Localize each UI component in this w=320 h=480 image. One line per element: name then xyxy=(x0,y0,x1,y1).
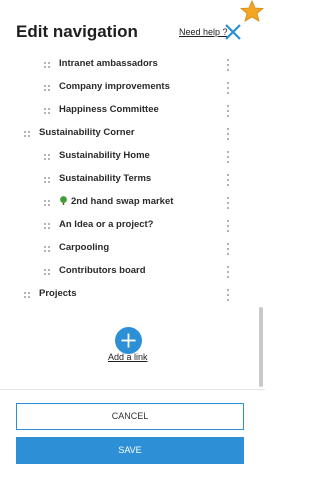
nav-item-text: 2nd hand swap market xyxy=(71,196,174,207)
nav-item-text: Projects xyxy=(39,288,77,299)
add-link-button[interactable] xyxy=(115,327,142,354)
tree-icon xyxy=(60,196,67,205)
drag-handle-icon[interactable] xyxy=(44,246,51,253)
more-options-icon[interactable] xyxy=(225,289,231,301)
drag-handle-icon[interactable] xyxy=(44,223,51,230)
more-options-icon[interactable] xyxy=(225,128,231,140)
nav-item-text: Carpooling xyxy=(59,242,110,253)
nav-item-label: Sustainability Home xyxy=(59,150,150,161)
drag-handle-icon[interactable] xyxy=(44,177,51,184)
nav-item[interactable]: 2nd hand swap market xyxy=(0,193,250,213)
nav-item-text: Happiness Committee xyxy=(59,104,159,115)
drag-handle-icon[interactable] xyxy=(44,108,51,115)
nav-item[interactable]: Projects xyxy=(0,285,250,305)
nav-item[interactable]: Sustainability Corner xyxy=(0,124,250,144)
nav-item[interactable]: Company improvements xyxy=(0,78,250,98)
star-icon xyxy=(240,0,264,22)
nav-item[interactable]: Sustainability Terms xyxy=(0,170,250,190)
more-options-icon[interactable] xyxy=(225,151,231,163)
more-options-icon[interactable] xyxy=(225,82,231,94)
drag-handle-icon[interactable] xyxy=(44,154,51,161)
nav-item-text: An Idea or a project? xyxy=(59,219,154,230)
nav-item-text: Intranet ambassadors xyxy=(59,58,158,69)
drag-handle-icon[interactable] xyxy=(24,292,31,299)
nav-item[interactable]: Contributors board xyxy=(0,262,250,282)
close-button[interactable] xyxy=(223,22,243,42)
drag-handle-icon[interactable] xyxy=(44,85,51,92)
nav-item-label: Sustainability Corner xyxy=(39,127,135,138)
more-options-icon[interactable] xyxy=(225,243,231,255)
more-options-icon[interactable] xyxy=(225,197,231,209)
save-button[interactable]: SAVE xyxy=(16,437,244,464)
nav-item-label: Happiness Committee xyxy=(59,104,159,115)
more-options-icon[interactable] xyxy=(225,220,231,232)
nav-item-label: Carpooling xyxy=(59,242,109,253)
cancel-button[interactable]: CANCEL xyxy=(16,403,244,430)
need-help-link[interactable]: Need help ? xyxy=(179,27,228,37)
nav-item[interactable]: Sustainability Home xyxy=(0,147,250,167)
nav-item[interactable]: Happiness Committee xyxy=(0,101,250,121)
nav-item-text: Sustainability Corner xyxy=(39,127,135,138)
nav-item[interactable]: An Idea or a project? xyxy=(0,216,250,236)
nav-item-label: Projects xyxy=(39,288,77,299)
nav-item-text: Sustainability Home xyxy=(59,150,150,161)
nav-item-text: Company improvements xyxy=(59,81,170,92)
drag-handle-icon[interactable] xyxy=(44,200,51,207)
nav-item-text: Sustainability Terms xyxy=(59,173,152,184)
nav-item-label: Contributors board xyxy=(59,265,146,276)
nav-item-label: Company improvements xyxy=(59,81,170,92)
nav-item[interactable]: Intranet ambassadors xyxy=(0,55,250,75)
add-link-label[interactable]: Add a link xyxy=(108,352,148,362)
more-options-icon[interactable] xyxy=(225,266,231,278)
nav-item-label: An Idea or a project? xyxy=(59,219,154,230)
footer-divider xyxy=(0,389,265,390)
nav-item[interactable]: Carpooling xyxy=(0,239,250,259)
nav-item-text: Contributors board xyxy=(59,265,146,276)
nav-item-label: Intranet ambassadors xyxy=(59,58,158,69)
drag-handle-icon[interactable] xyxy=(44,269,51,276)
close-icon xyxy=(225,24,241,40)
scrollbar[interactable] xyxy=(259,307,263,387)
drag-handle-icon[interactable] xyxy=(24,131,31,138)
nav-item-label: 2nd hand swap market xyxy=(59,196,173,207)
page-title: Edit navigation xyxy=(16,22,138,41)
more-options-icon[interactable] xyxy=(225,105,231,117)
more-options-icon[interactable] xyxy=(225,59,231,71)
more-options-icon[interactable] xyxy=(225,174,231,186)
nav-item-label: Sustainability Terms xyxy=(59,173,151,184)
drag-handle-icon[interactable] xyxy=(44,62,51,69)
plus-icon xyxy=(121,333,136,348)
